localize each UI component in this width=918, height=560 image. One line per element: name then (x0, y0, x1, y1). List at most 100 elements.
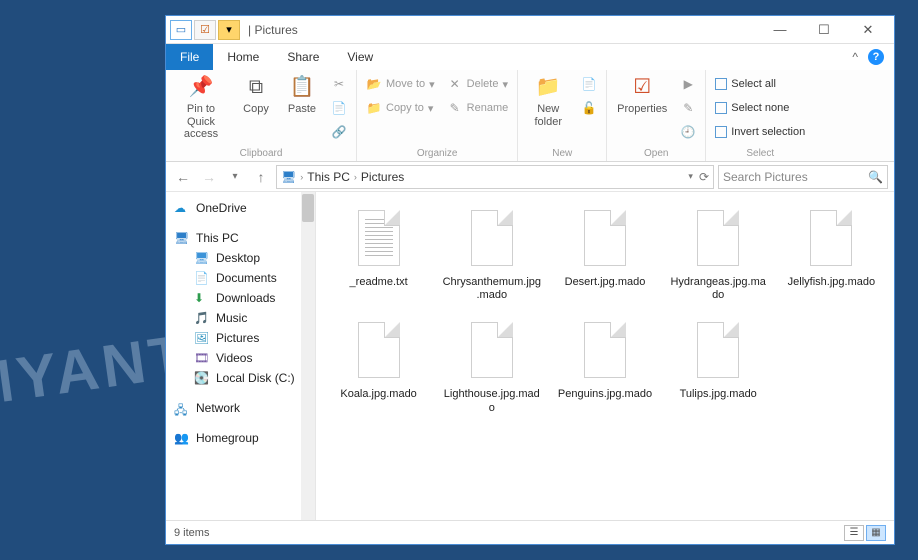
nav-recent-button[interactable]: ▾ (224, 166, 246, 188)
nav-videos[interactable]: 🎞Videos (166, 348, 315, 368)
file-item[interactable]: Tulips.jpg.mado (664, 312, 773, 418)
file-grid[interactable]: _readme.txt Chrysanthemum.jpg.mado Desert.… (316, 192, 894, 520)
file-item[interactable]: Penguins.jpg.mado (550, 312, 659, 418)
network-icon: 🖧 (174, 401, 190, 415)
nav-thispc[interactable]: 🖥This PC (166, 228, 315, 248)
properties-button[interactable]: ☑ Properties (613, 73, 671, 116)
breadcrumb-thispc[interactable]: This PC (307, 170, 350, 184)
cut-icon: ✂ (331, 76, 347, 92)
tab-file[interactable]: File (166, 44, 213, 70)
view-icons-button[interactable]: ▦ (866, 525, 886, 541)
view-details-button[interactable]: ☰ (844, 525, 864, 541)
blankfile-icon (689, 204, 747, 272)
address-bar[interactable]: 🖥 › This PC › Pictures ▾ ⟳ (276, 165, 714, 189)
cut-button[interactable]: ✂ (328, 73, 350, 95)
minimize-button[interactable]: — (758, 17, 802, 43)
edit-button[interactable]: ✎ (677, 97, 699, 119)
invertselection-button[interactable]: Invert selection (712, 121, 808, 143)
nav-forward-button[interactable]: → (198, 166, 220, 188)
blankfile-icon (463, 316, 521, 384)
videos-icon: 🎞 (194, 351, 210, 365)
moveto-button[interactable]: 📂Move to ▾ (363, 73, 438, 95)
nav-pictures[interactable]: 🖼Pictures (166, 328, 315, 348)
nav-scrollbar[interactable] (301, 192, 315, 520)
group-organize-label: Organize (363, 148, 511, 159)
copyto-button[interactable]: 📁Copy to ▾ (363, 97, 438, 119)
paste-button[interactable]: 📋 Paste (282, 73, 322, 116)
pin-to-quick-access-button[interactable]: 📌 Pin to Quick access (172, 73, 230, 141)
nav-up-button[interactable]: ↑ (250, 166, 272, 188)
nav-music[interactable]: 🎵Music (166, 308, 315, 328)
delete-icon: ✕ (447, 76, 463, 92)
file-item[interactable]: Lighthouse.jpg.mado (437, 312, 546, 418)
help-button[interactable]: ? (868, 49, 884, 65)
close-button[interactable]: ✕ (846, 17, 890, 43)
selectall-button[interactable]: Select all (712, 73, 808, 95)
maximize-button[interactable]: ☐ (802, 17, 846, 43)
selectnone-button[interactable]: Select none (712, 97, 808, 119)
tab-view[interactable]: View (333, 44, 387, 70)
qat-newfolder-icon[interactable]: ▾ (218, 20, 240, 40)
file-item[interactable]: Desert.jpg.mado (550, 200, 659, 306)
copyto-icon: 📁 (366, 100, 382, 116)
file-item[interactable]: Jellyfish.jpg.mado (777, 200, 886, 306)
nav-homegroup[interactable]: 👥Homegroup (166, 428, 315, 448)
breadcrumb-pictures[interactable]: Pictures (361, 170, 404, 184)
open-button[interactable]: ▶ (677, 73, 699, 95)
refresh-button[interactable]: ⟳ (699, 170, 709, 184)
qat-properties-icon[interactable]: ☑ (194, 20, 216, 40)
ribbon: 📌 Pin to Quick access ⧉ Copy 📋 Paste ✂ 📄… (166, 70, 894, 162)
nav-desktop[interactable]: 🖥Desktop (166, 248, 315, 268)
file-item[interactable]: Hydrangeas.jpg.mado (664, 200, 773, 306)
file-name: Hydrangeas.jpg.mado (668, 276, 768, 302)
qat-explorer-icon[interactable]: ▭ (170, 20, 192, 40)
file-name: _readme.txt (350, 276, 408, 289)
scroll-thumb[interactable] (302, 194, 314, 222)
ribbon-right: ^ ? (852, 44, 894, 70)
nav-documents[interactable]: 📄Documents (166, 268, 315, 288)
search-input[interactable]: Search Pictures 🔍 (718, 165, 888, 189)
textfile-icon (350, 204, 408, 272)
file-item[interactable]: Koala.jpg.mado (324, 312, 433, 418)
file-item[interactable]: _readme.txt (324, 200, 433, 306)
file-name: Koala.jpg.mado (340, 388, 416, 401)
easyaccess-button[interactable]: 🔓 (578, 97, 600, 119)
history-button[interactable]: 🕘 (677, 121, 699, 143)
homegroup-icon: 👥 (174, 431, 190, 445)
newitem-icon: 📄 (581, 76, 597, 92)
status-bar: 9 items ☰ ▦ (166, 520, 894, 544)
file-name: Lighthouse.jpg.mado (442, 388, 542, 414)
rename-button[interactable]: ✎Rename (444, 97, 512, 119)
file-item[interactable]: Chrysanthemum.jpg.mado (437, 200, 546, 306)
group-open-label: Open (613, 148, 699, 159)
file-name: Chrysanthemum.jpg.mado (442, 276, 542, 302)
tab-share[interactable]: Share (273, 44, 333, 70)
view-switcher: ☰ ▦ (844, 525, 886, 541)
copypath-button[interactable]: 📄 (328, 97, 350, 119)
newfolder-button[interactable]: 📁 New folder (524, 73, 572, 128)
nav-onedrive[interactable]: ☁OneDrive (166, 198, 315, 218)
group-clipboard-label: Clipboard (172, 148, 350, 159)
group-organize: 📂Move to ▾ 📁Copy to ▾ ✕Delete ▾ ✎Rename … (357, 70, 518, 161)
address-dropdown-button[interactable]: ▾ (688, 171, 693, 182)
nav-localdisk[interactable]: 💽Local Disk (C:) (166, 368, 315, 388)
blankfile-icon (576, 316, 634, 384)
tab-home[interactable]: Home (213, 44, 273, 70)
content-area: ☁OneDrive 🖥This PC 🖥Desktop 📄Documents ⬇… (166, 192, 894, 520)
pasteshortcut-button[interactable]: 🔗 (328, 121, 350, 143)
moveto-icon: 📂 (366, 76, 382, 92)
nav-network[interactable]: 🖧Network (166, 398, 315, 418)
clipboard-small: ✂ 📄 🔗 (328, 73, 350, 143)
newitem-button[interactable]: 📄 (578, 73, 600, 95)
address-row: ← → ▾ ↑ 🖥 › This PC › Pictures ▾ ⟳ Searc… (166, 162, 894, 192)
group-open: ☑ Properties ▶ ✎ 🕘 Open (607, 70, 706, 161)
collapse-ribbon-button[interactable]: ^ (852, 50, 858, 64)
copy-button[interactable]: ⧉ Copy (236, 73, 276, 116)
blankfile-icon (350, 316, 408, 384)
invert-icon (715, 126, 727, 138)
nav-downloads[interactable]: ⬇Downloads (166, 288, 315, 308)
downloads-icon: ⬇ (194, 291, 210, 305)
blankfile-icon (689, 316, 747, 384)
nav-back-button[interactable]: ← (172, 166, 194, 188)
delete-button[interactable]: ✕Delete ▾ (444, 73, 512, 95)
